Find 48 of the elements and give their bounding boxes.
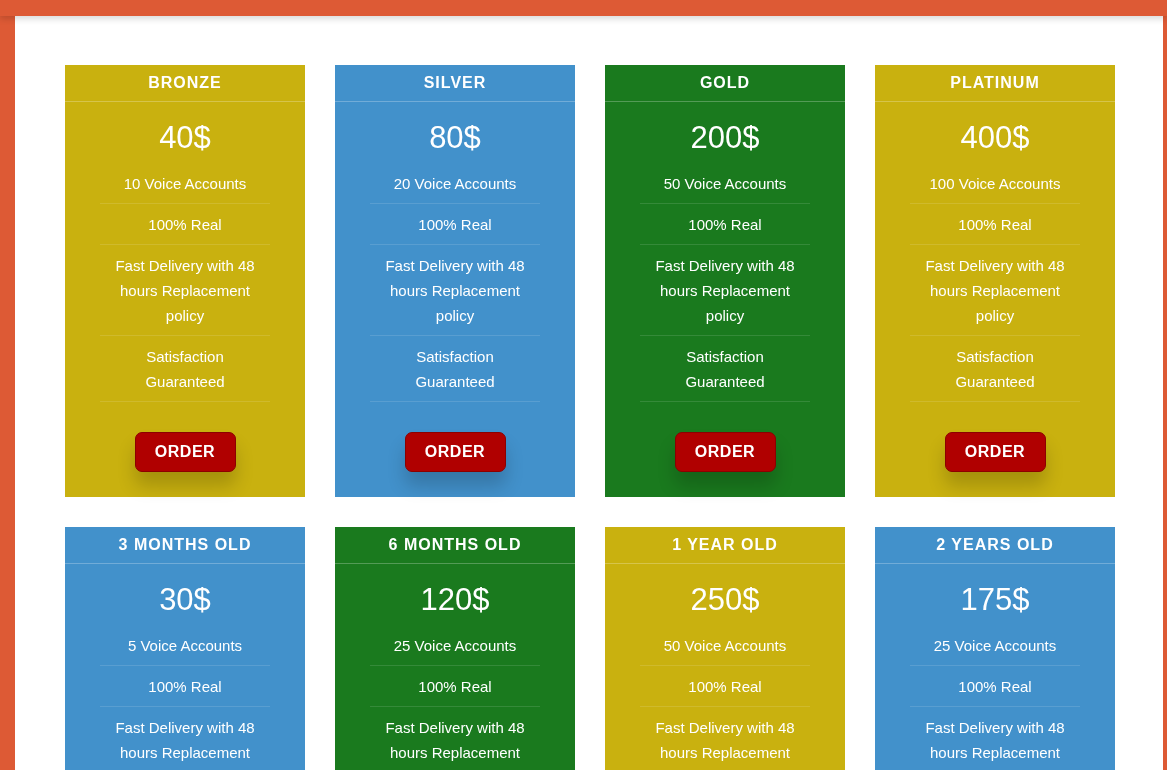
plan-price: 400$ [960,120,1030,156]
order-button[interactable]: ORDER [674,432,776,472]
plan-feature: Fast Delivery with 48 hours Replacement [640,707,810,770]
plan-feature: 50 Voice Accounts [640,625,810,666]
plan-price: 175$ [960,582,1030,618]
plan-feature: 100% Real [640,204,810,245]
plan-feature: Fast Delivery with 48 hours Replacement [370,707,540,770]
order-button[interactable]: ORDER [404,432,506,472]
plan-feature: 100% Real [100,204,270,245]
plan-name: PLATINUM [875,65,1115,102]
order-button[interactable]: ORDER [134,432,236,472]
plan-feature: 25 Voice Accounts [370,625,540,666]
plan-feature: 100% Real [370,666,540,707]
plan-feature: 20 Voice Accounts [370,163,540,204]
plan-feature: 100% Real [640,666,810,707]
plan-price: 30$ [159,582,211,618]
plan-name: 1 YEAR OLD [605,527,845,564]
plan-feature: Fast Delivery with 48 hours Replacement [910,707,1080,770]
order-button[interactable]: ORDER [944,432,1046,472]
plan-feature: 100% Real [910,204,1080,245]
plan-feature: Satisfaction Guaranteed [100,336,270,402]
plan-feature: Fast Delivery with 48 hours Replacement policy [370,245,540,336]
plan-feature: Fast Delivery with 48 hours Replacement policy [910,245,1080,336]
plan-feature: 50 Voice Accounts [640,163,810,204]
plan-feature: Fast Delivery with 48 hours Replacement [100,707,270,770]
plan-feature: Satisfaction Guaranteed [640,336,810,402]
plan-feature: Satisfaction Guaranteed [910,336,1080,402]
plan-name: BRONZE [65,65,305,102]
plan-name: 2 YEARS OLD [875,527,1115,564]
plan-name: GOLD [605,65,845,102]
plan-feature: Fast Delivery with 48 hours Replacement policy [100,245,270,336]
plan-feature: 100 Voice Accounts [910,163,1080,204]
plan-feature: 25 Voice Accounts [910,625,1080,666]
plan-feature: 5 Voice Accounts [100,625,270,666]
plan-price: 80$ [429,120,481,156]
plan-price: 120$ [420,582,490,618]
plan-price: 40$ [159,120,211,156]
plan-feature: 10 Voice Accounts [100,163,270,204]
plan-name: 6 MONTHS OLD [335,527,575,564]
plan-feature: 100% Real [370,204,540,245]
plan-feature: 100% Real [910,666,1080,707]
plan-feature: 100% Real [100,666,270,707]
plan-price: 250$ [690,582,760,618]
plan-feature: Fast Delivery with 48 hours Replacement policy [640,245,810,336]
plan-name: 3 MONTHS OLD [65,527,305,564]
plan-price: 200$ [690,120,760,156]
plan-name: SILVER [335,65,575,102]
plan-feature: Satisfaction Guaranteed [370,336,540,402]
